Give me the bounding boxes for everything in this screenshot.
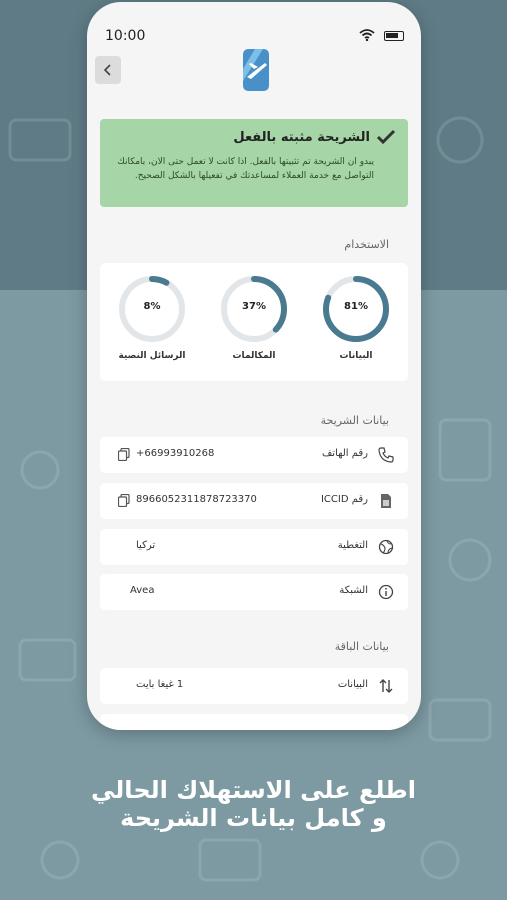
copy-icon[interactable] — [118, 448, 130, 461]
phone-icon — [378, 447, 394, 463]
check-icon — [376, 129, 396, 145]
package-next-row — [100, 714, 408, 730]
coverage-row: التغطية تركيا — [100, 529, 408, 565]
status-time: 10:00 — [105, 28, 146, 44]
usage-section-title: الاستخدام — [344, 238, 389, 251]
gauge-percent: 8% — [143, 301, 161, 312]
gauge-percent: 81% — [344, 301, 368, 312]
iccid-row: رقم ICCID 8966052311878723370 — [100, 483, 408, 519]
status-bar: 10:00 — [87, 2, 421, 50]
alert-title-text: الشريحة مثبته بالفعل — [233, 129, 370, 145]
chevron-left-icon — [103, 64, 111, 76]
wifi-icon — [359, 29, 375, 41]
package-data-row: البيانات 1 غيغا بايت — [100, 668, 408, 704]
phone-number-row: رقم الهاتف +66993910268 — [100, 437, 408, 473]
coverage-value: تركيا — [136, 540, 156, 551]
row-label: رقم ICCID — [320, 494, 368, 505]
gauge-label-calls: المكالمات — [232, 351, 276, 361]
iccid-value: 8966052311878723370 — [136, 494, 257, 505]
sim-icon — [381, 494, 391, 508]
caption-line-1: اطلع على الاستهلاك الحالي — [91, 776, 416, 804]
row-label: التغطية — [337, 540, 368, 551]
row-label: الشبكة — [339, 585, 368, 596]
network-value: Avea — [130, 585, 155, 596]
battery-icon — [384, 31, 404, 41]
up-down-arrows-icon — [379, 679, 393, 693]
globe-icon — [378, 539, 394, 555]
caption-line-2: و كامل بيانات الشريحة — [120, 804, 387, 832]
promo-caption: اطلع على الاستهلاك الحالي و كامل بيانات … — [0, 776, 507, 832]
network-row: الشبكة Avea — [100, 574, 408, 610]
package-section-title: بيانات الباقة — [334, 640, 389, 653]
airplane-logo-icon — [243, 49, 269, 91]
gauge-label-sms: الرسائل النصية — [118, 351, 186, 361]
sim-info-section-title: بيانات الشريحة — [320, 414, 389, 427]
gauge-percent: 37% — [242, 301, 266, 312]
usage-card: 81% البيانات 37% المكالمات 8% الرسائل ال… — [100, 263, 408, 381]
gauge-label-data: البيانات — [339, 351, 373, 361]
phone-number-value: +66993910268 — [136, 448, 215, 459]
data-usage-gauge: 81% — [322, 275, 390, 345]
row-label: رقم الهاتف — [321, 448, 368, 459]
calls-usage-gauge: 37% — [220, 275, 288, 345]
info-icon — [378, 584, 394, 600]
back-button[interactable] — [95, 56, 121, 84]
sim-installed-alert: الشريحة مثبته بالفعل يبدو ان الشريحة تم … — [100, 119, 408, 207]
row-label: البيانات — [337, 679, 368, 690]
sms-usage-gauge: 8% — [118, 275, 186, 345]
package-data-value: 1 غيغا بايت — [136, 679, 184, 690]
alert-body: يبدو ان الشريحة تم تثبيتها بالفعل. اذا ك… — [117, 157, 374, 181]
alert-title: الشريحة مثبته بالفعل — [112, 129, 396, 145]
copy-icon[interactable] — [118, 494, 130, 507]
phone-screen: 10:00 الشريحة مثبته بالفعل يبدو ان الشري… — [87, 2, 421, 730]
